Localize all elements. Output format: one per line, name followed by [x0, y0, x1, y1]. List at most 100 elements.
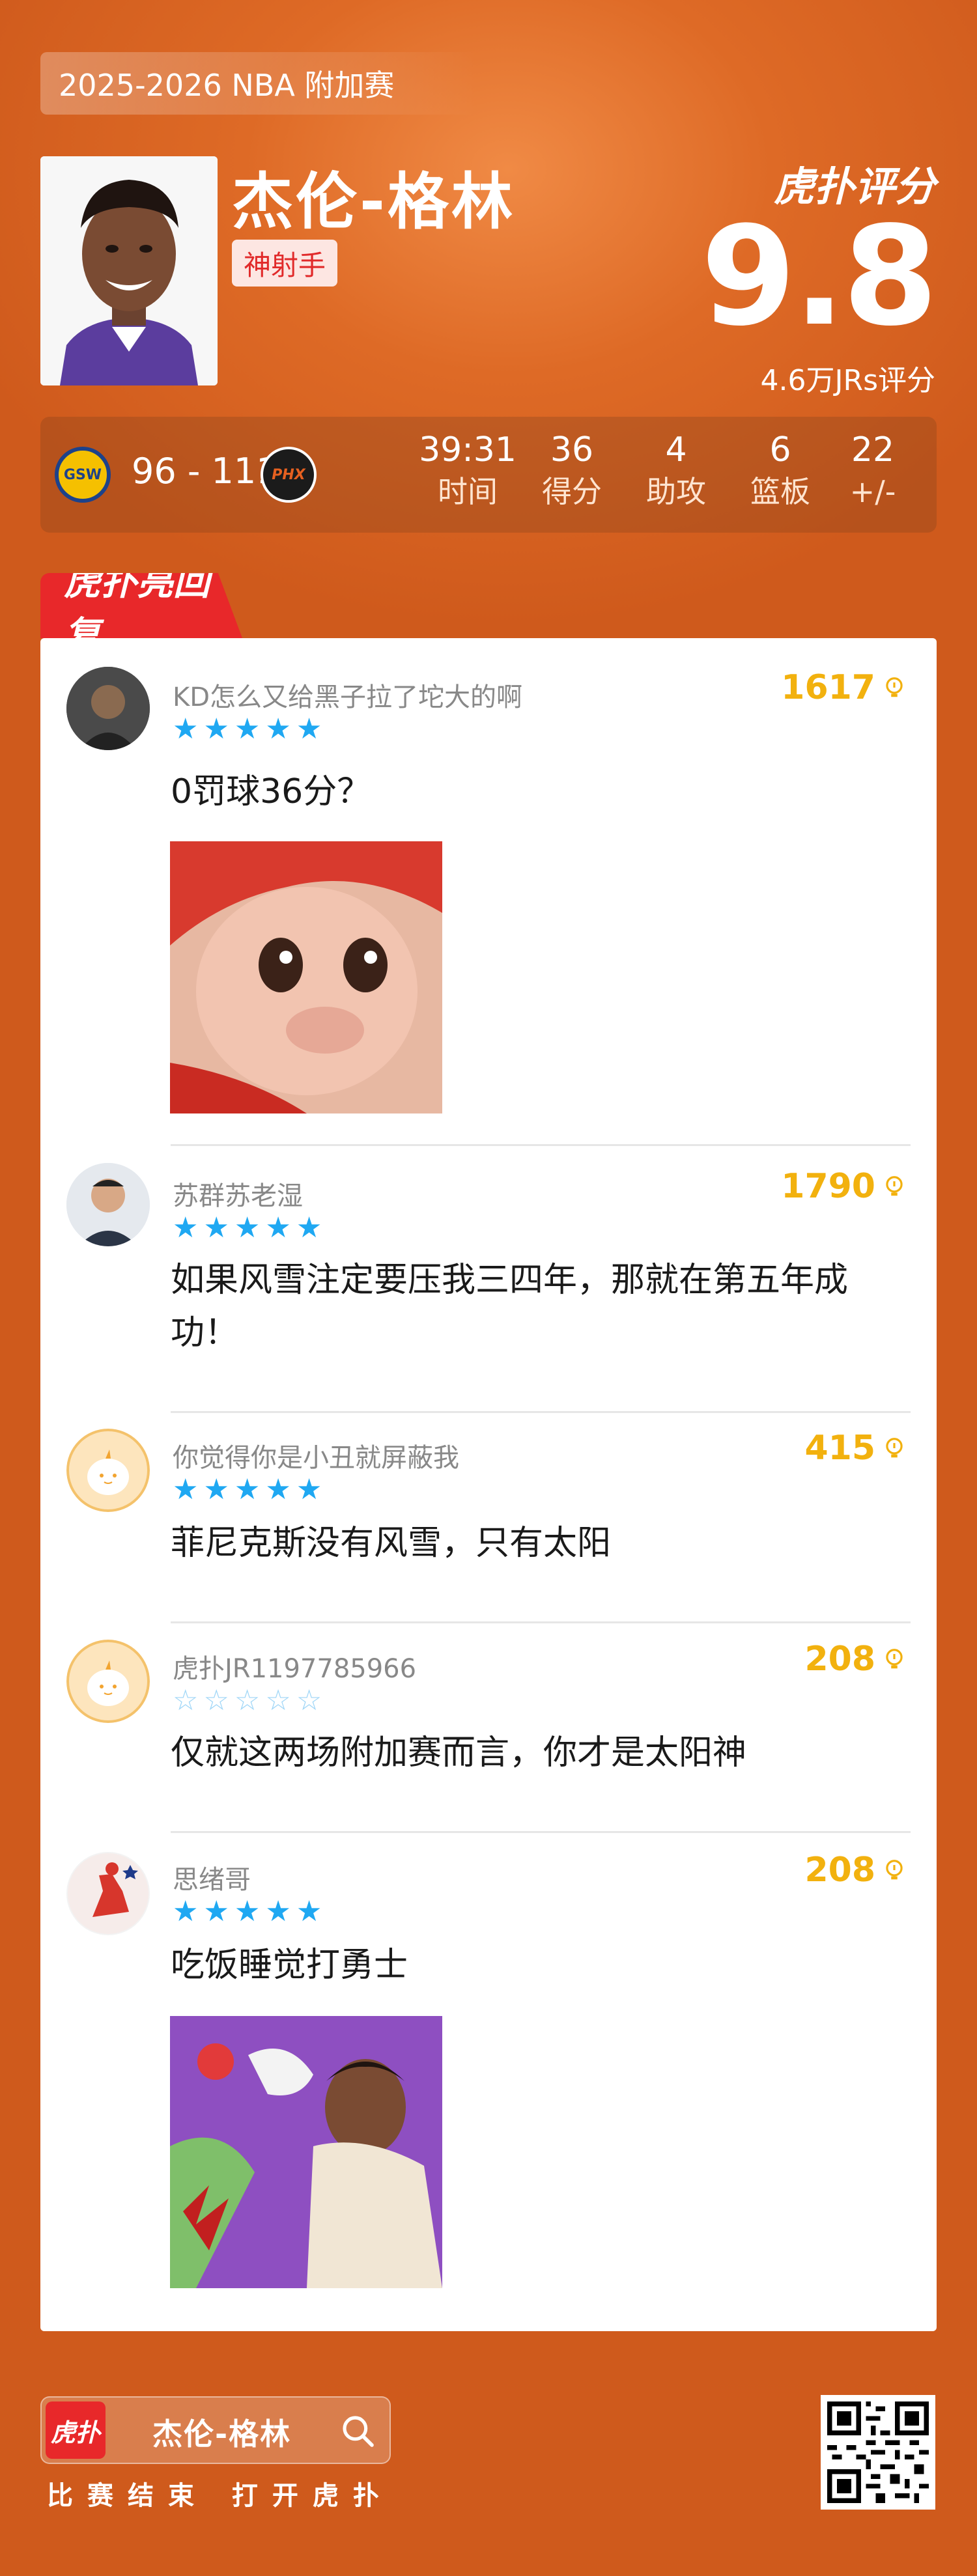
meme-image[interactable]	[170, 2016, 442, 2288]
star-rating: ★ ★ ★ ★ ★	[173, 1214, 322, 1242]
stat-label: 篮板	[750, 473, 810, 509]
like-count-value: 1617	[781, 668, 875, 707]
lightbulb-icon	[886, 1438, 903, 1458]
section-title-tab: 虎扑亮回复	[40, 573, 242, 638]
search-icon[interactable]	[340, 2413, 376, 2450]
footer-caption: 比赛结束 打开虎扑	[47, 2481, 393, 2511]
star-icon: ★	[203, 1895, 229, 1928]
season-label: 2025-2026 NBA 附加赛	[40, 52, 477, 115]
star-icon: ★	[234, 1211, 261, 1244]
lightbulb-icon	[886, 1649, 903, 1669]
gsw-team-logo: GSW	[55, 447, 111, 503]
stat-label: 助攻	[646, 473, 706, 509]
star-icon: ★	[234, 712, 261, 746]
star-icon: ★	[203, 1211, 229, 1244]
game-stats-bar: GSW 96 - 111 PHX 39:31 时间 36 得分 4 助攻 6 篮…	[40, 417, 937, 533]
star-icon: ★	[203, 712, 229, 746]
footer-search-box[interactable]: 虎扑 杰伦-格林	[40, 2396, 391, 2464]
comment-divider	[171, 1831, 911, 1833]
star-empty-icon: ☆	[203, 1684, 229, 1717]
phx-team-logo: PHX	[261, 447, 317, 503]
star-icon: ★	[173, 712, 199, 746]
comment-text: 0罚球36分？	[171, 772, 371, 811]
like-count[interactable]: 208	[804, 1851, 907, 1890]
away-team-abbr: PHX	[272, 466, 305, 483]
comment-divider	[171, 1621, 911, 1623]
like-count-value: 208	[804, 1640, 875, 1679]
star-empty-icon: ☆	[265, 1684, 291, 1717]
hupu-logo: 虎扑	[46, 2401, 106, 2459]
like-count[interactable]: 1617	[781, 668, 907, 707]
star-icon: ★	[173, 1473, 199, 1506]
comment-username[interactable]: 思绪哥	[173, 1858, 251, 1896]
comments-card: KD怎么又给黑子拉了坨大的啊 1617 ★ ★ ★ ★ ★ 0罚球36分？ 苏群…	[40, 638, 937, 2331]
season-text: 2025-2026 NBA 附加赛	[59, 68, 395, 103]
star-icon: ★	[203, 1473, 229, 1506]
comment-divider	[171, 1411, 911, 1413]
comment-username[interactable]: 苏群苏老湿	[173, 1175, 303, 1212]
star-icon: ★	[173, 1211, 199, 1244]
user-avatar[interactable]	[66, 1852, 150, 1935]
star-icon: ★	[234, 1473, 261, 1506]
stat-assists: 4 助攻	[624, 428, 728, 511]
game-score: 96 - 111	[132, 451, 279, 492]
lightbulb-icon	[886, 1860, 903, 1880]
rating-count: 4.6万JRs评分	[760, 364, 935, 397]
stat-value: 6	[769, 430, 791, 469]
star-rating: ☆ ☆ ☆ ☆ ☆	[173, 1687, 322, 1715]
like-count-value: 1790	[781, 1167, 875, 1206]
stat-minutes: 39:31 时间	[416, 428, 520, 511]
star-icon: ★	[265, 1473, 291, 1506]
like-count-value: 208	[804, 1851, 875, 1890]
stat-points: 36 得分	[520, 428, 624, 511]
stat-value: 4	[665, 430, 687, 469]
comment-username[interactable]: 虎扑JR1197785966	[173, 1647, 416, 1685]
lightbulb-icon	[886, 677, 903, 697]
star-icon: ★	[296, 1211, 322, 1244]
stat-value: 22	[851, 430, 895, 469]
footer-search-text: 杰伦-格林	[152, 2416, 292, 2452]
meme-image[interactable]	[170, 841, 442, 1113]
comment-divider	[171, 1144, 911, 1146]
like-count[interactable]: 1790	[781, 1167, 907, 1206]
stat-label: +/-	[849, 473, 896, 509]
comment-text: 吃饭睡觉打勇士	[171, 1946, 408, 1985]
user-avatar[interactable]	[66, 1163, 150, 1246]
qr-code[interactable]	[821, 2395, 935, 2510]
stat-rebounds: 6 篮板	[728, 428, 832, 511]
player-name: 杰伦-格林	[232, 167, 516, 238]
player-photo	[40, 156, 218, 385]
star-empty-icon: ☆	[173, 1684, 199, 1717]
star-icon: ★	[265, 1211, 291, 1244]
star-empty-icon: ☆	[296, 1684, 322, 1717]
star-icon: ★	[265, 712, 291, 746]
like-count[interactable]: 415	[804, 1429, 907, 1468]
star-rating: ★ ★ ★ ★ ★	[173, 1476, 322, 1504]
comment-username[interactable]: 你觉得你是小丑就屏蔽我	[173, 1436, 459, 1474]
like-count[interactable]: 208	[804, 1640, 907, 1679]
star-icon: ★	[234, 1895, 261, 1928]
star-icon: ★	[296, 1473, 322, 1506]
player-tag-badge: 神射手	[232, 240, 338, 287]
star-icon: ★	[173, 1895, 199, 1928]
user-avatar[interactable]	[66, 667, 150, 750]
star-icon: ★	[296, 712, 322, 746]
comment-text: 菲尼克斯没有风雪，只有太阳	[171, 1524, 612, 1563]
default-avatar-icon[interactable]	[66, 1640, 150, 1723]
home-team-abbr: GSW	[63, 466, 102, 483]
comment-text: 仅就这两场附加赛而言，你才是太阳神	[171, 1733, 747, 1772]
star-rating: ★ ★ ★ ★ ★	[173, 1897, 322, 1926]
rating-score: 9.8	[700, 197, 938, 356]
star-icon: ★	[265, 1895, 291, 1928]
stat-label: 得分	[542, 473, 602, 509]
lightbulb-icon	[886, 1176, 903, 1196]
star-rating: ★ ★ ★ ★ ★	[173, 715, 322, 744]
stat-value: 39:31	[419, 430, 517, 469]
star-icon: ★	[296, 1895, 322, 1928]
comment-username[interactable]: KD怎么又给黑子拉了坨大的啊	[173, 676, 522, 714]
star-empty-icon: ☆	[234, 1684, 261, 1717]
comment-text: 如果风雪注定要压我三四年，那就在第五年成功！	[171, 1261, 849, 1352]
stat-label: 时间	[438, 473, 498, 509]
default-avatar-icon[interactable]	[66, 1429, 150, 1512]
stat-value: 36	[550, 430, 594, 469]
